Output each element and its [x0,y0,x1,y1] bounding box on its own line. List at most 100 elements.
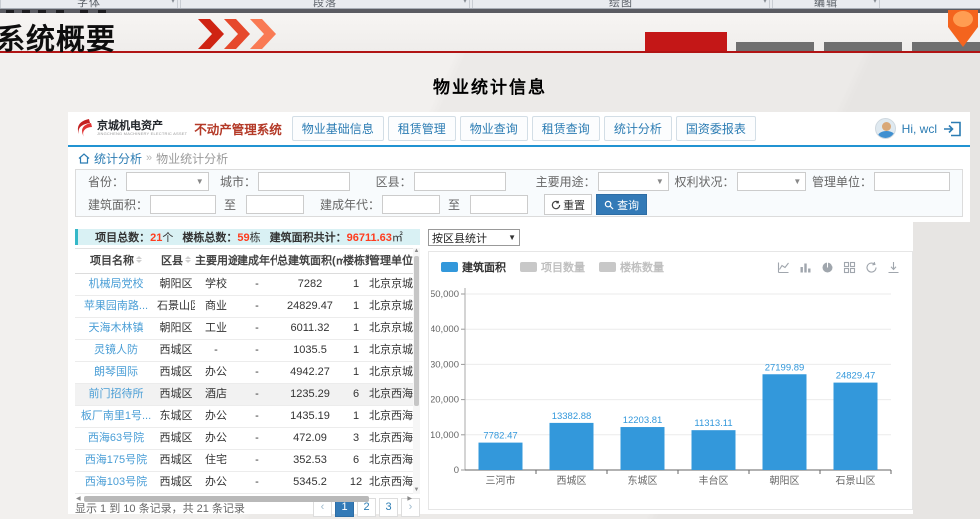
area-label: 建筑面积： [88,196,148,213]
table-cell: 北京京城机 [369,296,413,317]
data-view-grid-icon[interactable] [843,261,856,274]
district-input[interactable] [414,172,506,191]
project-name-link[interactable]: 前门招待所 [75,384,157,405]
legend-swatch [441,262,458,272]
svg-text:三河市: 三河市 [486,474,516,487]
page-title: 物业统计信息 [0,73,980,98]
column-header[interactable]: 区县 [157,249,195,273]
svg-text:12203.81: 12203.81 [623,415,663,426]
svg-text:7782.47: 7782.47 [483,431,517,442]
bar-东城区[interactable] [621,427,665,470]
table-cell: 西城区 [157,384,195,405]
built-year-min-input[interactable] [382,195,440,214]
bar-三河市[interactable] [479,443,523,470]
nav-tab-3[interactable]: 物业查询 [460,116,528,141]
column-header[interactable]: 主要用途 [195,249,237,273]
built-year-max-input[interactable] [470,195,528,214]
page-button-3[interactable]: 3 [379,498,398,517]
built-year-label: 建成年代： [320,196,380,213]
query-button[interactable]: 查询 [596,194,647,215]
logout-icon[interactable] [943,121,962,137]
nav-tab-2[interactable]: 租赁管理 [388,116,456,141]
nav-tab-4[interactable]: 租赁查询 [532,116,600,141]
filter-row-2: 建筑面积： 至 建成年代： 至 [76,193,962,216]
bar-chart[interactable]: 010,00020,00030,00040,00050,0007782.47三河… [431,278,901,504]
table-row[interactable]: 西海175号院西城区住宅-352.536北京西海工 [75,450,413,472]
column-header[interactable]: 管理单位 [369,249,413,273]
table-cell: 北京京城机 [369,362,413,383]
reset-button[interactable]: 重置 [544,194,592,215]
chart-group-select[interactable]: 按区县统计▼ [428,229,520,246]
table-cell: 朝阳区 [157,318,195,339]
bar-西城区[interactable] [550,423,594,470]
project-name-link[interactable]: 苹果园南路... [75,296,157,317]
nav-tab-5[interactable]: 统计分析 [604,116,672,141]
column-header[interactable]: 建成年代 [237,249,277,273]
table-row[interactable]: 机械局党校朝阳区学校-72821北京京城机 [75,274,413,296]
province-select[interactable]: ▼ [126,172,209,191]
svg-text:27199.89: 27199.89 [765,362,805,373]
bar-丰台区[interactable] [692,430,736,470]
project-name-link[interactable]: 朗琴国际 [75,362,157,383]
project-name-link[interactable]: 灵镜人防 [75,340,157,361]
line-chart-icon[interactable] [777,261,790,274]
legend-item[interactable]: 项目数量 [520,259,585,275]
breadcrumb-current: 物业统计分析 [156,150,228,167]
project-name-link[interactable]: 西海175号院 [75,450,157,471]
table-row[interactable]: 西海63号院西城区办公-472.093北京西海工 [75,428,413,450]
user-avatar[interactable] [875,118,896,139]
table-row[interactable]: 前门招待所西城区酒店-1235.296北京西海工 [75,384,413,406]
summary-item: 建筑面积共计：96711.63㎡ [270,229,403,245]
summary-value: 59 [237,232,249,244]
sort-icon [136,256,142,263]
bar-chart-icon[interactable] [799,261,812,274]
city-input[interactable] [258,172,350,191]
year-to-label: 至 [448,196,460,213]
pie-chart-icon[interactable] [821,261,834,274]
bar-石景山区[interactable] [834,383,878,470]
company-logo-icon [76,119,93,138]
table-cell: 学校 [195,274,237,295]
restore-icon[interactable] [865,261,878,274]
decor-gray-bar [824,42,902,51]
manage-unit-input[interactable] [874,172,950,191]
svg-text:13382.88: 13382.88 [552,411,592,422]
save-image-icon[interactable] [887,261,900,274]
summary-item: 项目总数：21个 [95,229,173,245]
bar-朝阳区[interactable] [763,374,807,470]
legend-item[interactable]: 楼栋数量 [599,259,664,275]
nav-tab-6[interactable]: 国资委报表 [676,116,756,141]
table-row[interactable]: 西海103号院西城区办公-5345.212北京西海工 [75,472,413,494]
table-vertical-scrollbar[interactable]: ▲▼ [413,248,420,494]
project-name-link[interactable]: 机械局党校 [75,274,157,295]
column-header[interactable]: 总建筑面积(㎡) [277,249,343,273]
project-name-link[interactable]: 天海木林镇 [75,318,157,339]
table-row[interactable]: 天海木林镇朝阳区工业-6011.321北京京城机 [75,318,413,340]
filter-area: 省份： ▼ 城市： 区县： 主要用途： ▼ 权利状况： ▼ 管理单位： [68,166,970,222]
svg-text:东城区: 东城区 [628,474,658,487]
table-cell: 西城区 [157,362,195,383]
legend-item[interactable]: 建筑面积 [441,259,506,275]
area-min-input[interactable] [150,195,216,214]
table-row[interactable]: 苹果园南路...石景山区商业-24829.471北京京城机 [75,296,413,318]
column-header[interactable]: 项目名称 [75,249,157,273]
legend-label: 项目数量 [541,259,585,275]
project-name-link[interactable]: 西海63号院 [75,428,157,449]
table-cell: 商业 [195,296,237,317]
table-row[interactable]: 灵镜人防西城区--1035.51北京京城机 [75,340,413,362]
usage-select[interactable]: ▼ [598,172,669,191]
area-max-input[interactable] [246,195,304,214]
rights-select[interactable]: ▼ [737,172,807,191]
summary-unit: ㎡ [392,232,403,244]
svg-text:50,000: 50,000 [431,289,459,300]
breadcrumb-section[interactable]: 统计分析 [94,150,142,167]
project-name-link[interactable]: 西海103号院 [75,472,157,493]
project-name-link[interactable]: 板厂南里1号... [75,406,157,427]
table-row[interactable]: 朗琴国际西城区办公-4942.271北京京城机 [75,362,413,384]
filter-row-1: 省份： ▼ 城市： 区县： 主要用途： ▼ 权利状况： ▼ 管理单位： [76,170,962,193]
column-header[interactable]: 楼栋数 [343,249,369,273]
summary-value: 96711.63 [347,232,392,244]
nav-tab-1[interactable]: 物业基础信息 [292,116,384,141]
table-row[interactable]: 板厂南里1号...东城区办公-1435.191北京西海工 [75,406,413,428]
table-cell: 1 [343,340,369,361]
